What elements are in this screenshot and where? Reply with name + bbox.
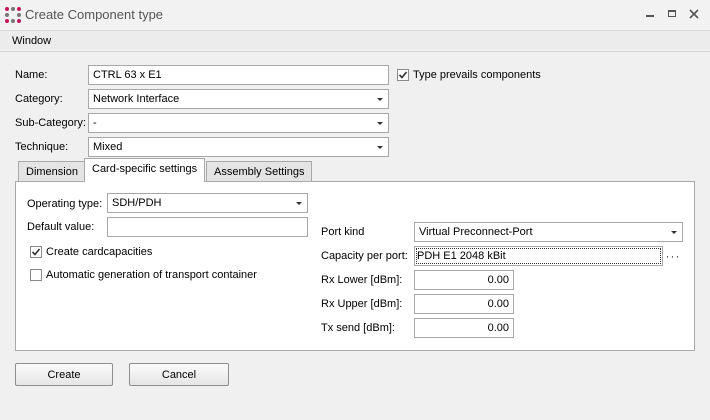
tx-send-label: Tx send [dBm]: <box>321 322 395 334</box>
default-value-input[interactable] <box>107 217 308 237</box>
chevron-down-icon <box>376 138 384 156</box>
chevron-down-icon <box>376 90 384 108</box>
minimize-icon <box>646 15 654 17</box>
category-label: Category: <box>15 93 63 105</box>
operating-type-select[interactable]: SDH/PDH <box>107 193 308 213</box>
cancel-button[interactable]: Cancel <box>129 363 229 386</box>
port-kind-label: Port kind <box>321 226 365 238</box>
tab-card-specific-settings[interactable]: Card-specific settings <box>84 158 206 182</box>
rx-upper-label: Rx Upper [dBm]: <box>321 298 403 310</box>
chevron-down-icon <box>295 194 303 212</box>
technique-select[interactable]: Mixed <box>88 137 389 157</box>
port-kind-value: Virtual Preconnect-Port <box>419 226 533 238</box>
subcategory-select[interactable]: - <box>88 113 389 133</box>
category-select[interactable]: Network Interface <box>88 89 389 109</box>
create-button[interactable]: Create <box>15 363 113 386</box>
chevron-down-icon <box>670 223 678 241</box>
maximize-icon <box>668 10 676 17</box>
auto-transport-label: Automatic generation of transport contai… <box>46 269 257 281</box>
tab-dimension[interactable]: Dimension <box>18 161 86 182</box>
name-label: Name: <box>15 69 48 81</box>
technique-label: Technique: <box>15 141 69 153</box>
name-input[interactable]: CTRL 63 x E1 <box>88 65 389 85</box>
maximize-button[interactable] <box>662 5 682 23</box>
window-title: Create Component type <box>25 7 164 22</box>
close-icon <box>689 9 699 19</box>
type-prevails-checkbox[interactable] <box>397 69 409 81</box>
default-value-label: Default value: <box>27 221 95 233</box>
minimize-button[interactable] <box>640 5 660 23</box>
capacity-per-port-label: Capacity per port: <box>321 250 408 262</box>
create-cardcapacities-checkbox[interactable] <box>30 246 42 258</box>
capacity-per-port-input[interactable]: PDH E1 2048 kBit <box>414 246 663 266</box>
rx-lower-input[interactable]: 0.00 <box>414 270 514 290</box>
close-button[interactable] <box>684 5 704 23</box>
technique-value: Mixed <box>93 141 123 153</box>
menu-bar <box>0 30 710 52</box>
menu-window[interactable]: Window <box>12 35 51 47</box>
port-kind-select[interactable]: Virtual Preconnect-Port <box>414 222 683 242</box>
app-icon <box>5 7 21 23</box>
checkmark-icon <box>31 248 41 256</box>
rx-upper-input[interactable]: 0.00 <box>414 294 514 314</box>
auto-transport-checkbox[interactable] <box>30 269 42 281</box>
tx-send-input[interactable]: 0.00 <box>414 318 514 338</box>
tab-assembly-settings[interactable]: Assembly Settings <box>206 161 313 182</box>
operating-type-label: Operating type: <box>27 198 103 210</box>
category-value: Network Interface <box>93 93 180 105</box>
create-cardcapacities-label: Create cardcapacities <box>46 246 153 258</box>
browse-capacity-button[interactable]: ··· <box>663 246 683 266</box>
operating-type-value: SDH/PDH <box>112 197 162 209</box>
subcategory-value: - <box>93 117 97 129</box>
subcategory-label: Sub-Category: <box>15 117 86 129</box>
rx-lower-label: Rx Lower [dBm]: <box>321 274 403 286</box>
checkmark-icon <box>398 71 408 79</box>
type-prevails-label: Type prevails components <box>413 69 541 81</box>
chevron-down-icon <box>376 114 384 132</box>
